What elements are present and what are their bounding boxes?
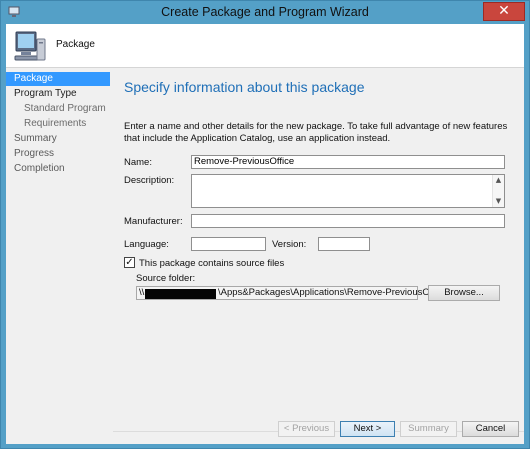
- nav-item-summary[interactable]: Summary: [6, 132, 110, 146]
- cancel-button[interactable]: Cancel: [462, 421, 519, 437]
- language-field[interactable]: [191, 237, 266, 251]
- wizard-page: Specify information about this package E…: [113, 70, 524, 444]
- source-folder-label: Source folder:: [136, 273, 196, 284]
- description-scrollbar[interactable]: ▲ ▼: [492, 175, 504, 207]
- wizard-client: Package Package Program Type Standard Pr…: [6, 24, 524, 444]
- browse-button[interactable]: Browse...: [428, 285, 500, 301]
- previous-button[interactable]: < Previous: [278, 421, 335, 437]
- version-label: Version:: [272, 239, 307, 250]
- window-title: Create Package and Program Wizard: [161, 5, 369, 19]
- scroll-down-icon[interactable]: ▼: [493, 197, 504, 206]
- language-label: Language:: [124, 239, 169, 250]
- name-field[interactable]: Remove-PreviousOffice: [191, 155, 505, 169]
- nav-item-completion[interactable]: Completion: [6, 162, 110, 176]
- page-title: Specify information about this package: [124, 79, 365, 95]
- source-files-label: This package contains source files: [139, 258, 285, 269]
- page-intro: Enter a name and other details for the n…: [124, 121, 508, 144]
- name-label: Name:: [124, 157, 152, 168]
- header-title: Package: [56, 39, 95, 50]
- description-label: Description:: [124, 175, 175, 186]
- wizard-window: Create Package and Program Wizard ✕ Pack…: [0, 0, 530, 449]
- nav-item-standard-program[interactable]: Standard Program: [6, 102, 110, 116]
- close-button[interactable]: ✕: [483, 2, 525, 21]
- nav-item-package[interactable]: Package: [6, 72, 110, 86]
- computer-icon: [14, 31, 46, 61]
- nav-item-program-type[interactable]: Program Type: [6, 87, 110, 101]
- version-field[interactable]: [318, 237, 370, 251]
- manufacturer-label: Manufacturer:: [124, 216, 183, 227]
- description-field[interactable]: ▲ ▼: [191, 174, 505, 208]
- source-files-checkbox[interactable]: ✓: [124, 257, 135, 268]
- title-bar[interactable]: Create Package and Program Wizard ✕: [1, 1, 529, 24]
- wizard-nav: Package Program Type Standard Program Re…: [6, 70, 113, 444]
- close-icon: ✕: [498, 3, 510, 19]
- nav-item-requirements[interactable]: Requirements: [6, 117, 110, 131]
- summary-button[interactable]: Summary: [400, 421, 457, 437]
- wizard-header: Package: [6, 24, 524, 68]
- nav-item-progress[interactable]: Progress: [6, 147, 110, 161]
- redaction-bar: [145, 289, 216, 299]
- source-folder-prefix: \\: [139, 287, 145, 298]
- manufacturer-field[interactable]: [191, 214, 505, 228]
- scroll-up-icon[interactable]: ▲: [493, 176, 504, 185]
- next-button[interactable]: Next >: [340, 421, 395, 437]
